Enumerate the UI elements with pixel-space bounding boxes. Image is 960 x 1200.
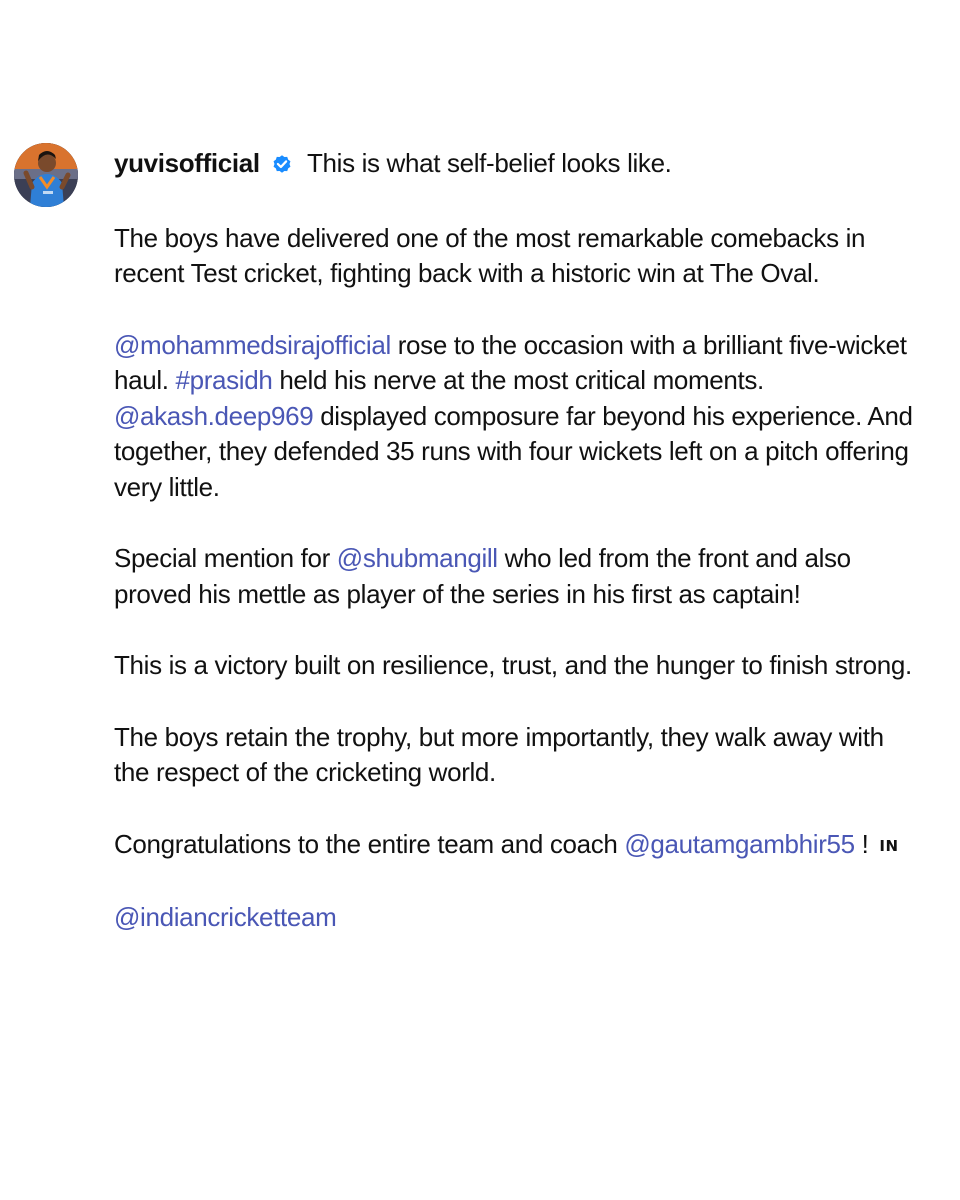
caption-paragraph-7: @indiancricketteam <box>114 900 924 936</box>
mention-gambhir-link[interactable]: @gautamgambhir55 <box>624 829 855 859</box>
caption-paragraph-2: @mohammedsirajofficial rose to the occas… <box>114 328 924 506</box>
para3-text-a: Special mention for <box>114 543 337 573</box>
author-username[interactable]: yuvisofficial <box>114 148 260 178</box>
hashtag-prasidh-link[interactable]: #prasidh <box>176 365 273 395</box>
caption-paragraph-3: Special mention for @shubmangill who led… <box>114 541 924 612</box>
caption-paragraph-6: Congratulations to the entire team and c… <box>114 827 924 865</box>
mention-akash-link[interactable]: @akash.deep969 <box>114 401 314 431</box>
caption-header: yuvisofficial This is what self-belief l… <box>114 146 924 185</box>
caption-paragraph-4: This is a victory built on resilience, t… <box>114 650 912 680</box>
caption-intro: This is what self-belief looks like. <box>307 148 672 178</box>
instagram-post-caption: yuvisofficial This is what self-belief l… <box>0 0 960 1200</box>
india-flag-emoji: IN <box>879 836 899 855</box>
mention-siraj-link[interactable]: @mohammedsirajofficial <box>114 330 391 360</box>
author-avatar[interactable] <box>14 143 78 207</box>
para2-text-b: held his nerve at the most critical mome… <box>272 365 764 395</box>
para6-text-a: Congratulations to the entire team and c… <box>114 828 625 859</box>
caption-paragraph-5: The boys retain the trophy, but more imp… <box>114 721 884 788</box>
post-caption: yuvisofficial This is what self-belief l… <box>114 146 924 972</box>
profile-photo <box>14 143 78 207</box>
para6-text-b: ! <box>854 828 876 859</box>
verified-badge-icon <box>271 149 293 185</box>
mention-gill-link[interactable]: @shubmangill <box>337 543 498 573</box>
caption-paragraph-1: The boys have delivered one of the most … <box>114 222 866 289</box>
mention-indian-cricket-team-link[interactable]: @indiancricketteam <box>114 902 337 932</box>
